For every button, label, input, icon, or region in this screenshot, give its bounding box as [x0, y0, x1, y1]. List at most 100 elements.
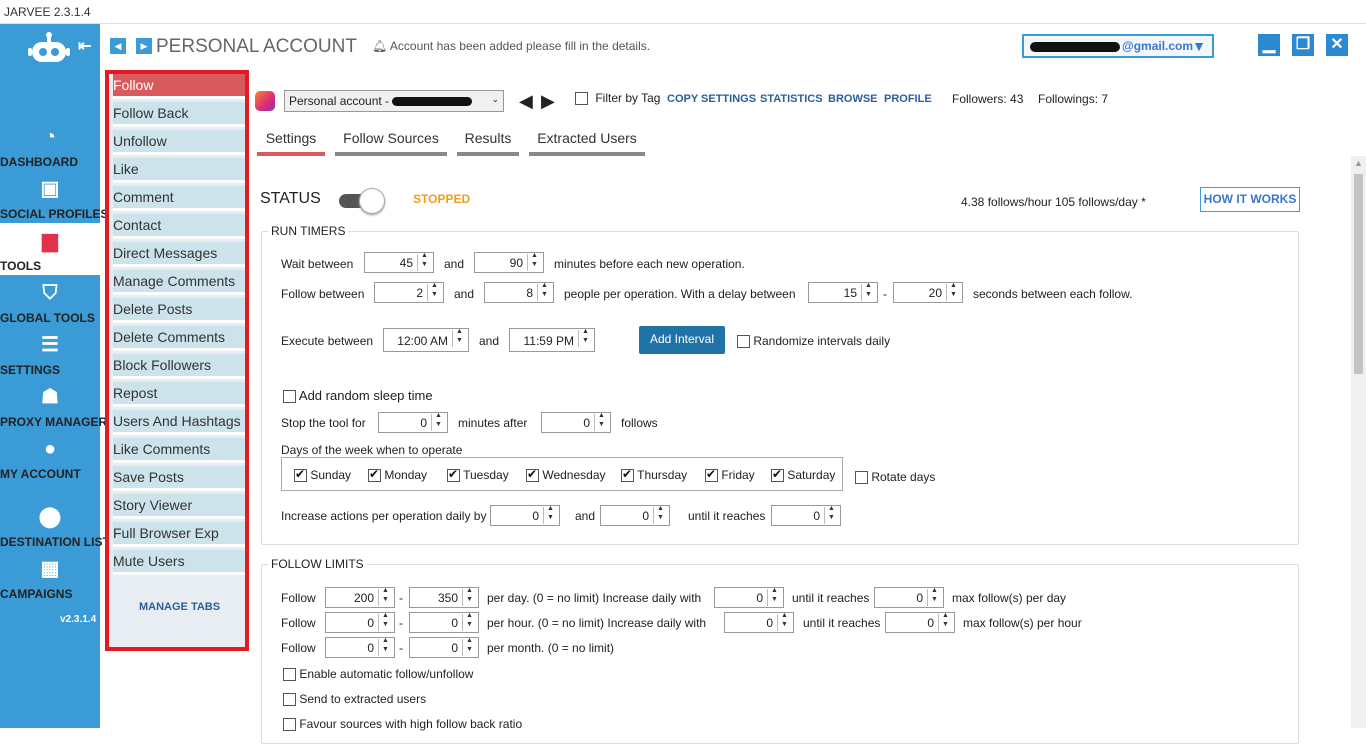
- minimize-button[interactable]: ▁: [1258, 34, 1280, 56]
- nav-global-tools[interactable]: ⛉ GLOBAL TOOLS: [0, 280, 100, 332]
- restore-button[interactable]: ❐: [1292, 34, 1314, 56]
- until-spinner[interactable]: 0: [771, 505, 841, 526]
- vertical-scrollbar[interactable]: ▲: [1351, 156, 1366, 728]
- tab-unfollow[interactable]: Unfollow: [113, 130, 245, 155]
- stop-minutes-spinner[interactable]: 0: [378, 412, 448, 433]
- follow-hour-max-total-spinner[interactable]: 0: [885, 612, 955, 633]
- tab-users-and-hashtags[interactable]: Users And Hashtags: [113, 410, 245, 435]
- scroll-up-icon[interactable]: ▲: [1354, 158, 1363, 168]
- spinner-arrows-icon[interactable]: [938, 612, 953, 631]
- saturday-checkbox[interactable]: [771, 467, 784, 483]
- day-monday[interactable]: Monday: [368, 467, 427, 483]
- nav-dashboard[interactable]: ◔ DASHBOARD: [0, 124, 100, 176]
- follow-month-max-spinner[interactable]: 0: [409, 637, 479, 658]
- random-sleep[interactable]: Add random sleep time: [283, 388, 433, 404]
- spinner-arrows-icon[interactable]: [594, 412, 609, 431]
- spinner-arrows-icon[interactable]: [578, 328, 593, 347]
- nav-campaigns[interactable]: ▦ CAMPAIGNS: [0, 556, 100, 608]
- prev-account-icon[interactable]: ◀: [519, 91, 533, 112]
- follow-hour-min-spinner[interactable]: 0: [325, 612, 395, 633]
- tab-repost[interactable]: Repost: [113, 382, 245, 407]
- spinner-arrows-icon[interactable]: [861, 282, 876, 301]
- monday-checkbox[interactable]: [368, 467, 381, 483]
- spinner-arrows-icon[interactable]: [452, 328, 467, 347]
- tab-full-browser-exp[interactable]: Full Browser Exp: [113, 522, 245, 547]
- nav-proxy-manager[interactable]: ☗ PROXY MANAGER: [0, 384, 107, 436]
- spinner-arrows-icon[interactable]: [462, 637, 477, 656]
- nav-destination-lists[interactable]: ⬤ DESTINATION LISTS: [0, 504, 118, 556]
- delay-min-spinner[interactable]: 15: [808, 282, 878, 303]
- follow-hour-max-spinner[interactable]: 0: [409, 612, 479, 633]
- account-select[interactable]: Personal account - ⌄: [284, 90, 504, 112]
- next-account-icon[interactable]: ▶: [541, 91, 555, 112]
- spinner-arrows-icon[interactable]: [927, 587, 942, 606]
- account-dropdown[interactable]: @gmail.com ▼: [1022, 34, 1214, 58]
- tab-like[interactable]: Like: [113, 158, 245, 183]
- spinner-arrows-icon[interactable]: [378, 612, 393, 631]
- auto-follow-checkbox[interactable]: [283, 668, 296, 682]
- tab-settings[interactable]: Settings: [257, 130, 325, 156]
- add-interval-button[interactable]: Add Interval: [639, 326, 725, 354]
- manage-tabs-link[interactable]: MANAGE TABS: [139, 601, 220, 613]
- execute-end-time[interactable]: 11:59 PM: [509, 328, 595, 352]
- spinner-arrows-icon[interactable]: [777, 612, 792, 631]
- spinner-arrows-icon[interactable]: [417, 252, 432, 271]
- day-thursday[interactable]: Thursday: [621, 467, 687, 483]
- spinner-arrows-icon[interactable]: [946, 282, 961, 301]
- filter-by-tag[interactable]: Filter by Tag: [575, 91, 660, 106]
- nav-settings[interactable]: ☰ SETTINGS: [0, 332, 100, 384]
- tab-extracted-users[interactable]: Extracted Users: [529, 130, 645, 156]
- tab-delete-posts[interactable]: Delete Posts: [113, 298, 245, 323]
- tab-mute-users[interactable]: Mute Users: [113, 550, 245, 575]
- increase-spinner[interactable]: 0: [490, 505, 560, 526]
- browse-link[interactable]: BROWSE: [828, 93, 878, 105]
- follow-day-min-spinner[interactable]: 200: [325, 587, 395, 608]
- favour-sources-checkbox[interactable]: [283, 718, 296, 732]
- close-button[interactable]: ✕: [1326, 34, 1348, 56]
- day-sunday[interactable]: Sunday: [294, 467, 351, 483]
- tab-block-followers[interactable]: Block Followers: [113, 354, 245, 379]
- tab-results[interactable]: Results: [457, 130, 519, 156]
- spinner-arrows-icon[interactable]: [431, 412, 446, 431]
- random-sleep-checkbox[interactable]: [283, 390, 296, 404]
- tab-follow[interactable]: Follow: [113, 74, 245, 99]
- copy-settings-link[interactable]: COPY SETTINGS: [667, 93, 756, 105]
- spinner-arrows-icon[interactable]: [824, 505, 839, 524]
- favour-sources-option[interactable]: Favour sources with high follow back rat…: [283, 717, 522, 732]
- thursday-checkbox[interactable]: [621, 467, 634, 483]
- sunday-checkbox[interactable]: [294, 467, 307, 483]
- increase-spinner-2[interactable]: 0: [600, 505, 670, 526]
- nav-social-profiles[interactable]: ▣ SOCIAL PROFILES: [0, 176, 108, 228]
- tab-delete-comments[interactable]: Delete Comments: [113, 326, 245, 351]
- status-toggle[interactable]: [339, 188, 385, 214]
- tab-follow-sources[interactable]: Follow Sources: [335, 130, 447, 156]
- spinner-arrows-icon[interactable]: [767, 587, 782, 606]
- randomize-checkbox[interactable]: [737, 335, 750, 349]
- profile-link[interactable]: PROFILE: [884, 93, 932, 105]
- follow-max-spinner[interactable]: 8: [484, 282, 554, 303]
- spinner-arrows-icon[interactable]: [527, 252, 542, 271]
- rotate-days-checkbox[interactable]: [855, 471, 868, 485]
- nav-tools[interactable]: ▆ TOOLS: [0, 223, 100, 275]
- tab-contact[interactable]: Contact: [113, 214, 245, 239]
- friday-checkbox[interactable]: [705, 467, 718, 483]
- tab-save-posts[interactable]: Save Posts: [113, 466, 245, 491]
- delay-max-spinner[interactable]: 20: [893, 282, 963, 303]
- filter-checkbox[interactable]: [575, 92, 588, 106]
- forward-arrow-icon[interactable]: ▶: [136, 38, 152, 54]
- spinner-arrows-icon[interactable]: [462, 612, 477, 631]
- back-arrow-icon[interactable]: ◀: [110, 38, 126, 54]
- spinner-arrows-icon[interactable]: [653, 505, 668, 524]
- send-extracted-option[interactable]: Send to extracted users: [283, 692, 426, 707]
- day-tuesday[interactable]: Tuesday: [447, 467, 509, 483]
- day-friday[interactable]: Friday: [705, 467, 755, 483]
- tab-manage-comments[interactable]: Manage Comments: [113, 270, 245, 295]
- follow-day-max-total-spinner[interactable]: 0: [874, 587, 944, 608]
- follow-day-max-spinner[interactable]: 350: [409, 587, 479, 608]
- tab-comment[interactable]: Comment: [113, 186, 245, 211]
- spinner-arrows-icon[interactable]: [543, 505, 558, 524]
- stop-follows-spinner[interactable]: 0: [541, 412, 611, 433]
- follow-hour-increase-spinner[interactable]: 0: [724, 612, 794, 633]
- tab-story-viewer[interactable]: Story Viewer: [113, 494, 245, 519]
- spinner-arrows-icon[interactable]: [378, 637, 393, 656]
